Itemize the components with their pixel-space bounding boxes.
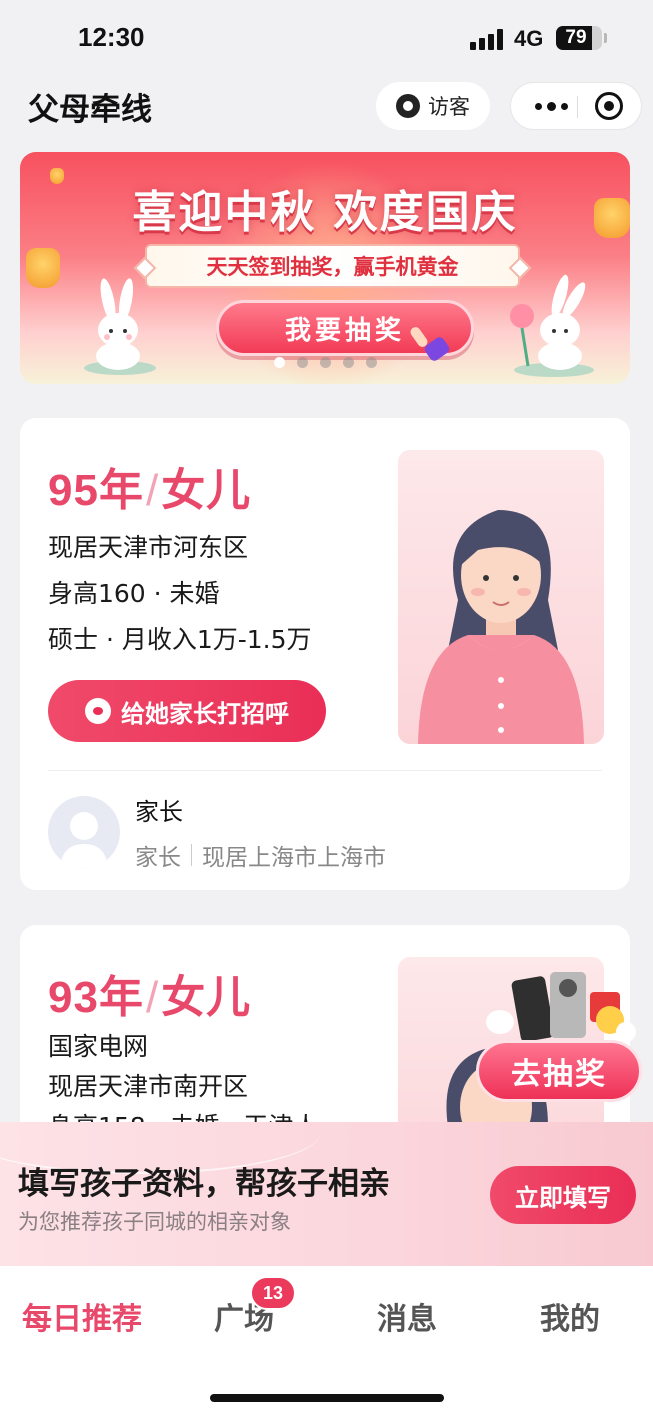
tab-plaza[interactable]: 广场 — [164, 1294, 324, 1338]
card-height-marital: 身高160 · 未婚 — [48, 579, 220, 608]
card-relation: 女儿 — [161, 466, 252, 515]
banner-subtitle: 天天签到抽奖，赢手机黄金 — [206, 255, 459, 279]
battery-cap — [604, 33, 607, 43]
person-placeholder-icon — [60, 812, 108, 868]
battery-percent: 79 — [565, 27, 587, 48]
tab-label: 每日推荐 — [22, 1302, 142, 1337]
fill-now-button[interactable]: 立即填写 — [490, 1166, 636, 1224]
visitor-label: 访客 — [428, 95, 470, 119]
greet-parent-button[interactable]: 给她家长打招呼 — [48, 680, 326, 742]
tab-mine[interactable]: 我的 — [490, 1294, 650, 1338]
card-employer: 国家电网 — [48, 1032, 149, 1061]
visitor-button[interactable]: 访客 — [376, 82, 490, 130]
tab-messages[interactable]: 消息 — [327, 1294, 487, 1338]
battery-icon: 79 — [556, 26, 602, 50]
card-location: 现居天津市河东区 — [48, 533, 249, 562]
go-lottery-label: 去抽奖 — [511, 1057, 607, 1092]
woman-avatar-icon — [418, 510, 584, 744]
parent-avatar[interactable] — [48, 796, 120, 868]
miniprogram-capsule — [510, 82, 642, 130]
banner-dot[interactable] — [296, 357, 308, 368]
eye-icon — [396, 94, 420, 118]
lottery-button-label: 我要抽奖 — [284, 315, 405, 346]
bottom-tab-bar: 每日推荐 广场 13 消息 我的 — [0, 1266, 653, 1414]
card-relation: 女儿 — [161, 973, 252, 1022]
tab-label: 消息 — [377, 1302, 437, 1337]
banner-dot[interactable] — [342, 357, 354, 368]
banner-subtitle-ribbon: 天天签到抽奖，赢手机黄金 — [145, 244, 520, 288]
card-slash: / — [145, 466, 160, 515]
meta-separator — [191, 844, 192, 866]
promo-title: 填写孩子资料，帮孩子相亲 — [18, 1166, 390, 1202]
card-age-relation: 93年/女儿 — [48, 961, 251, 1025]
status-time: 12:30 — [78, 22, 145, 52]
banner-dot[interactable] — [365, 357, 377, 368]
parent-meta: 家长 现居上海市上海市 — [135, 838, 386, 872]
network-type: 4G — [514, 26, 544, 51]
card-age: 95年 — [48, 466, 144, 515]
lottery-float[interactable]: 去抽奖 — [476, 962, 646, 1112]
banner-pagination — [20, 357, 630, 368]
parent-name: 家长 — [135, 798, 183, 826]
page-title: 父母牵线 — [28, 92, 152, 128]
card-education-income: 硕士 · 月收入1万-1.5万 — [48, 625, 312, 654]
close-miniprogram-icon[interactable] — [595, 92, 623, 120]
card-slash: / — [145, 973, 160, 1022]
tab-label: 我的 — [540, 1302, 600, 1337]
parent-location: 现居上海市上海市 — [202, 845, 386, 871]
greet-parent-label: 给她家长打招呼 — [121, 699, 289, 728]
profile-photo[interactable] — [398, 450, 604, 744]
promo-subtitle: 为您推荐孩子同城的相亲对象 — [18, 1210, 291, 1234]
more-icon[interactable] — [525, 83, 577, 129]
tab-daily-recommend[interactable]: 每日推荐 — [2, 1294, 162, 1338]
lantern-icon — [26, 248, 60, 288]
chat-heart-icon — [85, 698, 111, 724]
go-lottery-button[interactable]: 去抽奖 — [476, 1040, 642, 1102]
home-indicator — [210, 1394, 444, 1402]
profile-card[interactable]: 95年/女儿 现居天津市河东区 身高160 · 未婚 硕士 · 月收入1万-1.… — [20, 418, 630, 890]
plaza-badge: 13 — [250, 1276, 296, 1310]
card-divider — [48, 770, 602, 771]
signal-icon — [470, 28, 506, 50]
capsule-divider — [577, 96, 578, 118]
banner-dot[interactable] — [273, 357, 285, 368]
pointer-hand-icon — [410, 327, 450, 361]
banner-dot[interactable] — [319, 357, 331, 368]
card-location: 现居天津市南开区 — [48, 1072, 249, 1101]
fill-now-label: 立即填写 — [515, 1183, 611, 1212]
status-bar: 12:30 4G 79 — [0, 0, 653, 76]
fill-profile-promo[interactable]: 填写孩子资料，帮孩子相亲 为您推荐孩子同城的相亲对象 立即填写 — [0, 1122, 653, 1266]
parent-role: 家长 — [135, 845, 181, 871]
prize-phones-icon — [486, 972, 636, 1042]
promo-banner[interactable]: 喜迎中秋 欢度国庆 天天签到抽奖，赢手机黄金 我要抽奖 — [20, 152, 630, 384]
banner-title: 喜迎中秋 欢度国庆 — [132, 187, 518, 238]
card-age: 93年 — [48, 973, 144, 1022]
card-age-relation: 95年/女儿 — [48, 454, 251, 518]
